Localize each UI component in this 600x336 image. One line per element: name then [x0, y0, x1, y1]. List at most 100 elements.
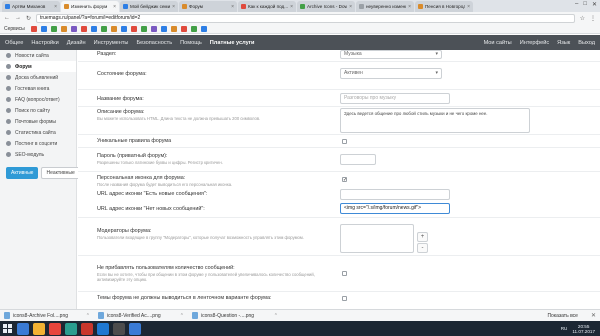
nav-item[interactable]: Помощь: [180, 40, 202, 46]
bookmark-favicon-icon[interactable]: [160, 25, 167, 32]
sidebar-item[interactable]: Доска объявлений: [0, 72, 76, 83]
download-item[interactable]: icons8-Verified Ac....png ⌃: [98, 312, 184, 319]
password-input[interactable]: [340, 154, 376, 165]
forward-icon[interactable]: →: [15, 15, 21, 21]
sidebar-item[interactable]: Статистика сайта: [0, 127, 76, 138]
taskbar-app-icon[interactable]: [113, 322, 125, 335]
taskbar-app-icon[interactable]: [97, 322, 109, 335]
nav-item[interactable]: Дизайн: [67, 40, 86, 46]
bookmark-favicon-icon[interactable]: [40, 25, 47, 32]
icon-new-url-input[interactable]: [340, 189, 450, 200]
minimize-icon[interactable]: –: [575, 1, 578, 8]
download-item[interactable]: icons8-Archive Fol....png ⌃: [4, 312, 90, 319]
nav-right-item[interactable]: Мои сайты: [484, 40, 512, 46]
tab-close-icon[interactable]: ×: [231, 4, 234, 10]
browser-tab[interactable]: Как к каждой под... ×: [238, 1, 296, 12]
language-indicator[interactable]: RU: [561, 326, 568, 331]
nav-paid-services[interactable]: Платные услуги: [210, 40, 255, 46]
bookmark-favicon-icon[interactable]: [90, 25, 97, 32]
inactive-filter-button[interactable]: Неактивные: [41, 167, 80, 179]
tab-close-icon[interactable]: ×: [349, 4, 352, 10]
bookmarks-apps-link[interactable]: Сервисы: [4, 26, 25, 32]
tab-close-icon[interactable]: ×: [172, 4, 175, 10]
browser-tab[interactable]: неуверенно изменить×: [356, 1, 414, 12]
icon-nonew-url-input[interactable]: <img src="/.s/img/forum/news.gif">: [340, 203, 450, 214]
taskbar-app-icon[interactable]: [49, 322, 61, 335]
taskbar-app-icon[interactable]: [129, 322, 141, 335]
clock[interactable]: 20:55 11.07.2017: [572, 324, 595, 334]
bookmark-favicon-icon[interactable]: [170, 25, 177, 32]
browser-tab[interactable]: Пенсия в Новгород ×: [415, 1, 473, 12]
browser-tab[interactable]: Артём Миханов ×: [2, 1, 60, 12]
chevron-up-icon[interactable]: ⌃: [274, 313, 278, 319]
remove-moderator-button[interactable]: -: [417, 243, 428, 253]
nav-right-item[interactable]: Язык: [557, 40, 570, 46]
browser-tab[interactable]: Форум ×: [179, 1, 237, 12]
browser-tab[interactable]: Archive Icons - Down ×: [297, 1, 355, 12]
sidebar-item[interactable]: SEO-модуль: [0, 149, 76, 160]
bookmark-favicon-icon[interactable]: [50, 25, 57, 32]
active-filter-button[interactable]: Активные: [6, 167, 39, 179]
tab-close-icon[interactable]: ×: [113, 4, 116, 10]
maximize-icon[interactable]: □: [583, 1, 587, 8]
taskbar-app-icon[interactable]: [81, 322, 93, 335]
sidebar-item[interactable]: FAQ (вопрос/ответ): [0, 94, 76, 105]
tab-close-icon[interactable]: ×: [408, 4, 411, 10]
bookmark-favicon-icon[interactable]: [60, 25, 67, 32]
download-item[interactable]: icons8-Question -....png ⌃: [192, 312, 278, 319]
sidebar-item[interactable]: Поиск по сайту: [0, 105, 76, 116]
sidebar-item[interactable]: Гостевая книга: [0, 83, 76, 94]
nav-item[interactable]: Настройки: [31, 40, 58, 46]
browser-tab[interactable]: Мой бейджик семинар×: [120, 1, 178, 12]
bookmark-favicon-icon[interactable]: [180, 25, 187, 32]
description-textarea[interactable]: Здесь ведется общение про любой стиль му…: [340, 108, 530, 133]
bookmark-favicon-icon[interactable]: [100, 25, 107, 32]
show-all-downloads-button[interactable]: Показать все: [547, 313, 578, 319]
bookmark-favicon-icon[interactable]: [190, 25, 197, 32]
sidebar-item[interactable]: Почтовые формы: [0, 116, 76, 127]
bookmark-favicon-icon[interactable]: [130, 25, 137, 32]
close-window-icon[interactable]: ✕: [592, 1, 597, 8]
nocount-checkbox[interactable]: [342, 271, 347, 276]
nav-item[interactable]: Безопасность: [136, 40, 172, 46]
bookmark-favicon-icon[interactable]: [30, 25, 37, 32]
chevron-up-icon[interactable]: ⌃: [86, 313, 90, 319]
section-select[interactable]: Музыка ▾: [340, 50, 442, 59]
sidebar-item[interactable]: Форум: [0, 61, 76, 72]
back-icon[interactable]: ←: [4, 15, 10, 21]
bookmark-favicon-icon[interactable]: [110, 25, 117, 32]
bookmark-favicon-icon[interactable]: [150, 25, 157, 32]
icon-checkbox[interactable]: ✓: [342, 177, 347, 183]
tab-close-icon[interactable]: ×: [467, 4, 470, 10]
browser-tab[interactable]: Изменить форум ×: [61, 1, 119, 12]
nav-right-item[interactable]: Интерфейс: [520, 40, 549, 46]
url-input[interactable]: truemags.ru/panel/?a=forum/i=editforum/i…: [36, 13, 575, 23]
sidebar-item[interactable]: Новости сайта: [0, 50, 76, 61]
taskbar-app-icon[interactable]: [33, 322, 45, 335]
bookmark-favicon-icon[interactable]: [140, 25, 147, 32]
tab-close-icon[interactable]: ×: [290, 4, 293, 10]
bookmark-favicon-icon[interactable]: [80, 25, 87, 32]
reload-icon[interactable]: ↻: [26, 15, 31, 22]
star-icon[interactable]: ☆: [580, 15, 585, 22]
sidebar-item[interactable]: Постинг в соцсети: [0, 138, 76, 149]
taskbar-app-icon[interactable]: [65, 322, 77, 335]
bookmark-favicon-icon[interactable]: [70, 25, 77, 32]
nav-right-item[interactable]: Выход: [578, 40, 595, 46]
bookmark-favicon-icon[interactable]: [200, 25, 207, 32]
close-icon[interactable]: ✕: [591, 312, 596, 319]
rules-checkbox[interactable]: [342, 139, 347, 144]
tape-checkbox[interactable]: [342, 296, 347, 301]
nav-item[interactable]: Общее: [5, 40, 23, 46]
add-moderator-button[interactable]: +: [417, 232, 428, 242]
moderators-list[interactable]: [340, 224, 414, 253]
taskbar-app-icon[interactable]: [17, 322, 29, 335]
chevron-up-icon[interactable]: ⌃: [180, 313, 184, 319]
state-select[interactable]: Активен ▾: [340, 68, 442, 79]
menu-icon[interactable]: ⋮: [590, 15, 596, 22]
tab-close-icon[interactable]: ×: [54, 4, 57, 10]
bookmark-favicon-icon[interactable]: [120, 25, 127, 32]
forum-name-input[interactable]: Разговоры про музыку: [340, 93, 450, 104]
windows-start-icon[interactable]: [2, 323, 13, 334]
nav-item[interactable]: Инструменты: [94, 40, 129, 46]
